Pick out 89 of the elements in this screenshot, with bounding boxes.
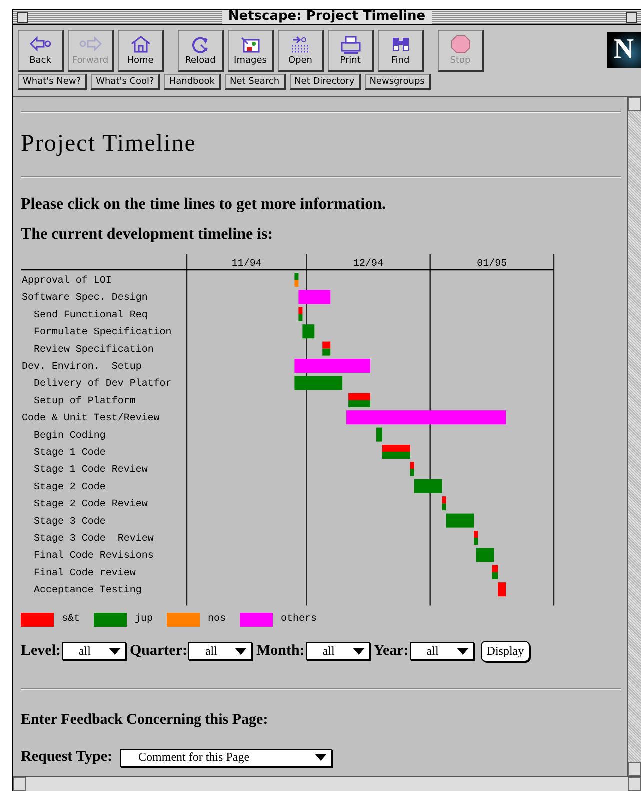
request-type-label: Request Type:	[21, 749, 113, 766]
directory-button[interactable]: Newsgroups	[364, 74, 431, 90]
house-icon	[128, 35, 152, 54]
timeline-bar[interactable]	[298, 290, 331, 304]
display-button[interactable]: Display	[480, 640, 530, 662]
task-label[interactable]: Approval of LOI	[22, 275, 112, 286]
close-box[interactable]	[17, 12, 28, 22]
timeline-bar[interactable]	[498, 582, 506, 597]
task-label[interactable]: Final Code Revisions	[34, 550, 154, 562]
open-button[interactable]: Open	[278, 30, 324, 72]
filter-dropdown[interactable]: all	[62, 642, 126, 660]
timeline-bar[interactable]	[492, 565, 498, 572]
task-label[interactable]: Stage 3 Code	[34, 516, 106, 527]
timeline-bar[interactable]	[294, 376, 343, 390]
task-label[interactable]: Review Specification	[34, 344, 154, 355]
task-label[interactable]: Code & Unit Test/Review	[22, 412, 160, 424]
stop-sign-icon	[448, 35, 472, 54]
timeline-bar[interactable]	[346, 410, 506, 425]
timeline-bar[interactable]	[476, 548, 494, 562]
printer-icon	[338, 35, 362, 54]
task-label[interactable]: Formulate Specification	[34, 326, 172, 338]
timeline-bar[interactable]	[302, 324, 315, 339]
picture-icon	[238, 35, 262, 54]
task-label[interactable]: Stage 3 Code Review	[34, 533, 154, 544]
task-label[interactable]: Delivery of Dev Platfor	[34, 378, 172, 390]
feedback-heading: Enter Feedback Concerning this Page:	[21, 712, 270, 729]
timeline-bar[interactable]	[294, 273, 299, 280]
filter-label: Quarter:	[130, 642, 188, 660]
forward-arrow-icon	[78, 35, 102, 54]
timeline-bar[interactable]	[348, 393, 370, 400]
reload-button[interactable]: Reload	[178, 30, 224, 72]
timeline-bar[interactable]	[298, 307, 303, 314]
task-label[interactable]: Send Functional Req	[34, 309, 148, 320]
directory-button[interactable]: What's New?	[18, 74, 88, 90]
legend-label: others	[281, 614, 318, 626]
directory-button[interactable]: Net Search	[224, 74, 286, 90]
filter-dropdown[interactable]: all	[306, 642, 370, 660]
timeline-bar[interactable]	[414, 479, 442, 494]
timeline-bar[interactable]	[322, 342, 331, 349]
zoom-box[interactable]	[626, 12, 637, 22]
filter-dropdown[interactable]: all	[188, 642, 252, 660]
timeline-bar[interactable]	[376, 428, 382, 442]
task-label[interactable]: Software Spec. Design	[22, 292, 148, 304]
timeline-bar[interactable]	[382, 452, 410, 459]
home-button[interactable]: Home	[118, 30, 164, 72]
request-type-dropdown[interactable]: Comment for this Page	[120, 748, 332, 767]
legend-label: jup	[135, 614, 154, 626]
timeline-bar[interactable]	[298, 314, 303, 322]
instruction-text: Please click on the time lines to get more information.	[21, 196, 387, 214]
find-button[interactable]: Find	[378, 30, 424, 72]
back-arrow-icon	[28, 35, 52, 54]
timeline-bar[interactable]	[410, 469, 414, 476]
timeline-bar[interactable]	[474, 538, 478, 545]
timeline-heading: The current development timeline is:	[21, 226, 274, 244]
task-label[interactable]: Stage 1 Code Review	[34, 464, 148, 476]
timeline-bar[interactable]	[442, 504, 446, 511]
window-title: Netscape: Project Timeline	[222, 10, 432, 24]
filter-label: Year:	[374, 642, 409, 660]
vertical-scrollbar[interactable]	[627, 97, 641, 776]
task-label[interactable]: Acceptance Testing	[34, 584, 142, 596]
directory-button[interactable]: Handbook	[164, 74, 221, 90]
task-label[interactable]: Setup of Platform	[34, 395, 136, 406]
task-label[interactable]: Dev. Environ. Setup	[22, 361, 142, 372]
browser-logo: N	[607, 32, 641, 68]
filter-label: Level:	[21, 642, 61, 660]
month-label: 12/94	[354, 258, 384, 269]
horizontal-scrollbar[interactable]	[13, 776, 641, 791]
timeline-bar[interactable]	[442, 496, 446, 504]
timeline-bar[interactable]	[410, 462, 414, 470]
directory-button[interactable]: What's Cool?	[91, 74, 160, 90]
timeline-bar[interactable]	[474, 531, 478, 538]
task-label[interactable]: Stage 1 Code	[34, 447, 106, 458]
legend-label: s&t	[62, 614, 80, 626]
task-label[interactable]: Final Code review	[34, 567, 136, 578]
month-label: 01/95	[477, 258, 508, 269]
task-label[interactable]: Begin Coding	[34, 430, 106, 441]
page-heading: Project Timeline	[21, 131, 198, 158]
timeline-bar[interactable]	[446, 514, 474, 528]
legend-label: nos	[208, 614, 226, 626]
filter-dropdown[interactable]: all	[410, 642, 474, 660]
print-button[interactable]: Print	[328, 30, 374, 72]
month-label: 11/94	[232, 258, 262, 269]
task-label[interactable]: Stage 2 Code	[34, 481, 106, 492]
images-button[interactable]: Images	[228, 30, 274, 72]
filter-label: Month:	[256, 642, 305, 660]
task-label[interactable]: Stage 2 Code Review	[34, 498, 148, 510]
timeline-bar[interactable]	[294, 280, 299, 287]
directory-button[interactable]: Net Directory	[290, 74, 361, 90]
back-button[interactable]: Back	[18, 30, 64, 72]
